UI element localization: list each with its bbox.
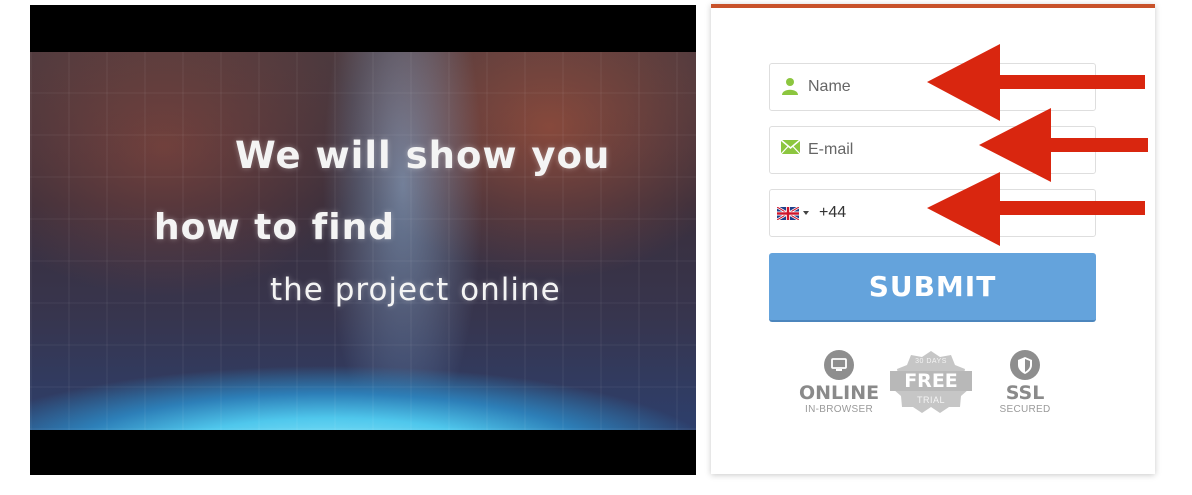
free-badge-bottom: TRIAL	[916, 395, 945, 405]
video-frame[interactable]: We will show you how to find the project…	[30, 52, 696, 430]
submit-button[interactable]: SUBMIT	[769, 253, 1096, 322]
online-badge-title: ONLINE	[799, 382, 880, 404]
video-caption-line-3: the project online	[270, 272, 561, 308]
free-badge-title: FREE	[904, 370, 958, 392]
shield-icon	[1010, 350, 1040, 380]
free-trial-badge: 30 DAYS FREE TRIAL	[888, 349, 974, 413]
annotation-arrow-phone	[927, 172, 1145, 246]
person-icon	[782, 78, 798, 95]
online-badge-subtitle: IN-BROWSER	[805, 404, 873, 415]
annotation-arrow-email	[979, 108, 1148, 182]
online-badge: ONLINE IN-BROWSER	[799, 350, 879, 416]
ssl-badge: SSL SECURED	[995, 350, 1055, 416]
free-badge-top: 30 DAYS	[915, 358, 947, 365]
ssl-badge-subtitle: SECURED	[999, 404, 1051, 415]
phone-prefix[interactable]: +44	[819, 204, 846, 222]
video-player[interactable]: We will show you how to find the project…	[30, 5, 696, 475]
video-caption-line-1: We will show you	[235, 134, 611, 177]
uk-flag-icon[interactable]	[777, 207, 799, 220]
envelope-icon	[781, 140, 800, 154]
country-dropdown-caret-icon[interactable]	[803, 211, 809, 215]
video-caption-line-2: how to find	[154, 207, 396, 248]
monitor-icon	[824, 350, 854, 380]
ssl-badge-title: SSL	[1005, 382, 1045, 404]
